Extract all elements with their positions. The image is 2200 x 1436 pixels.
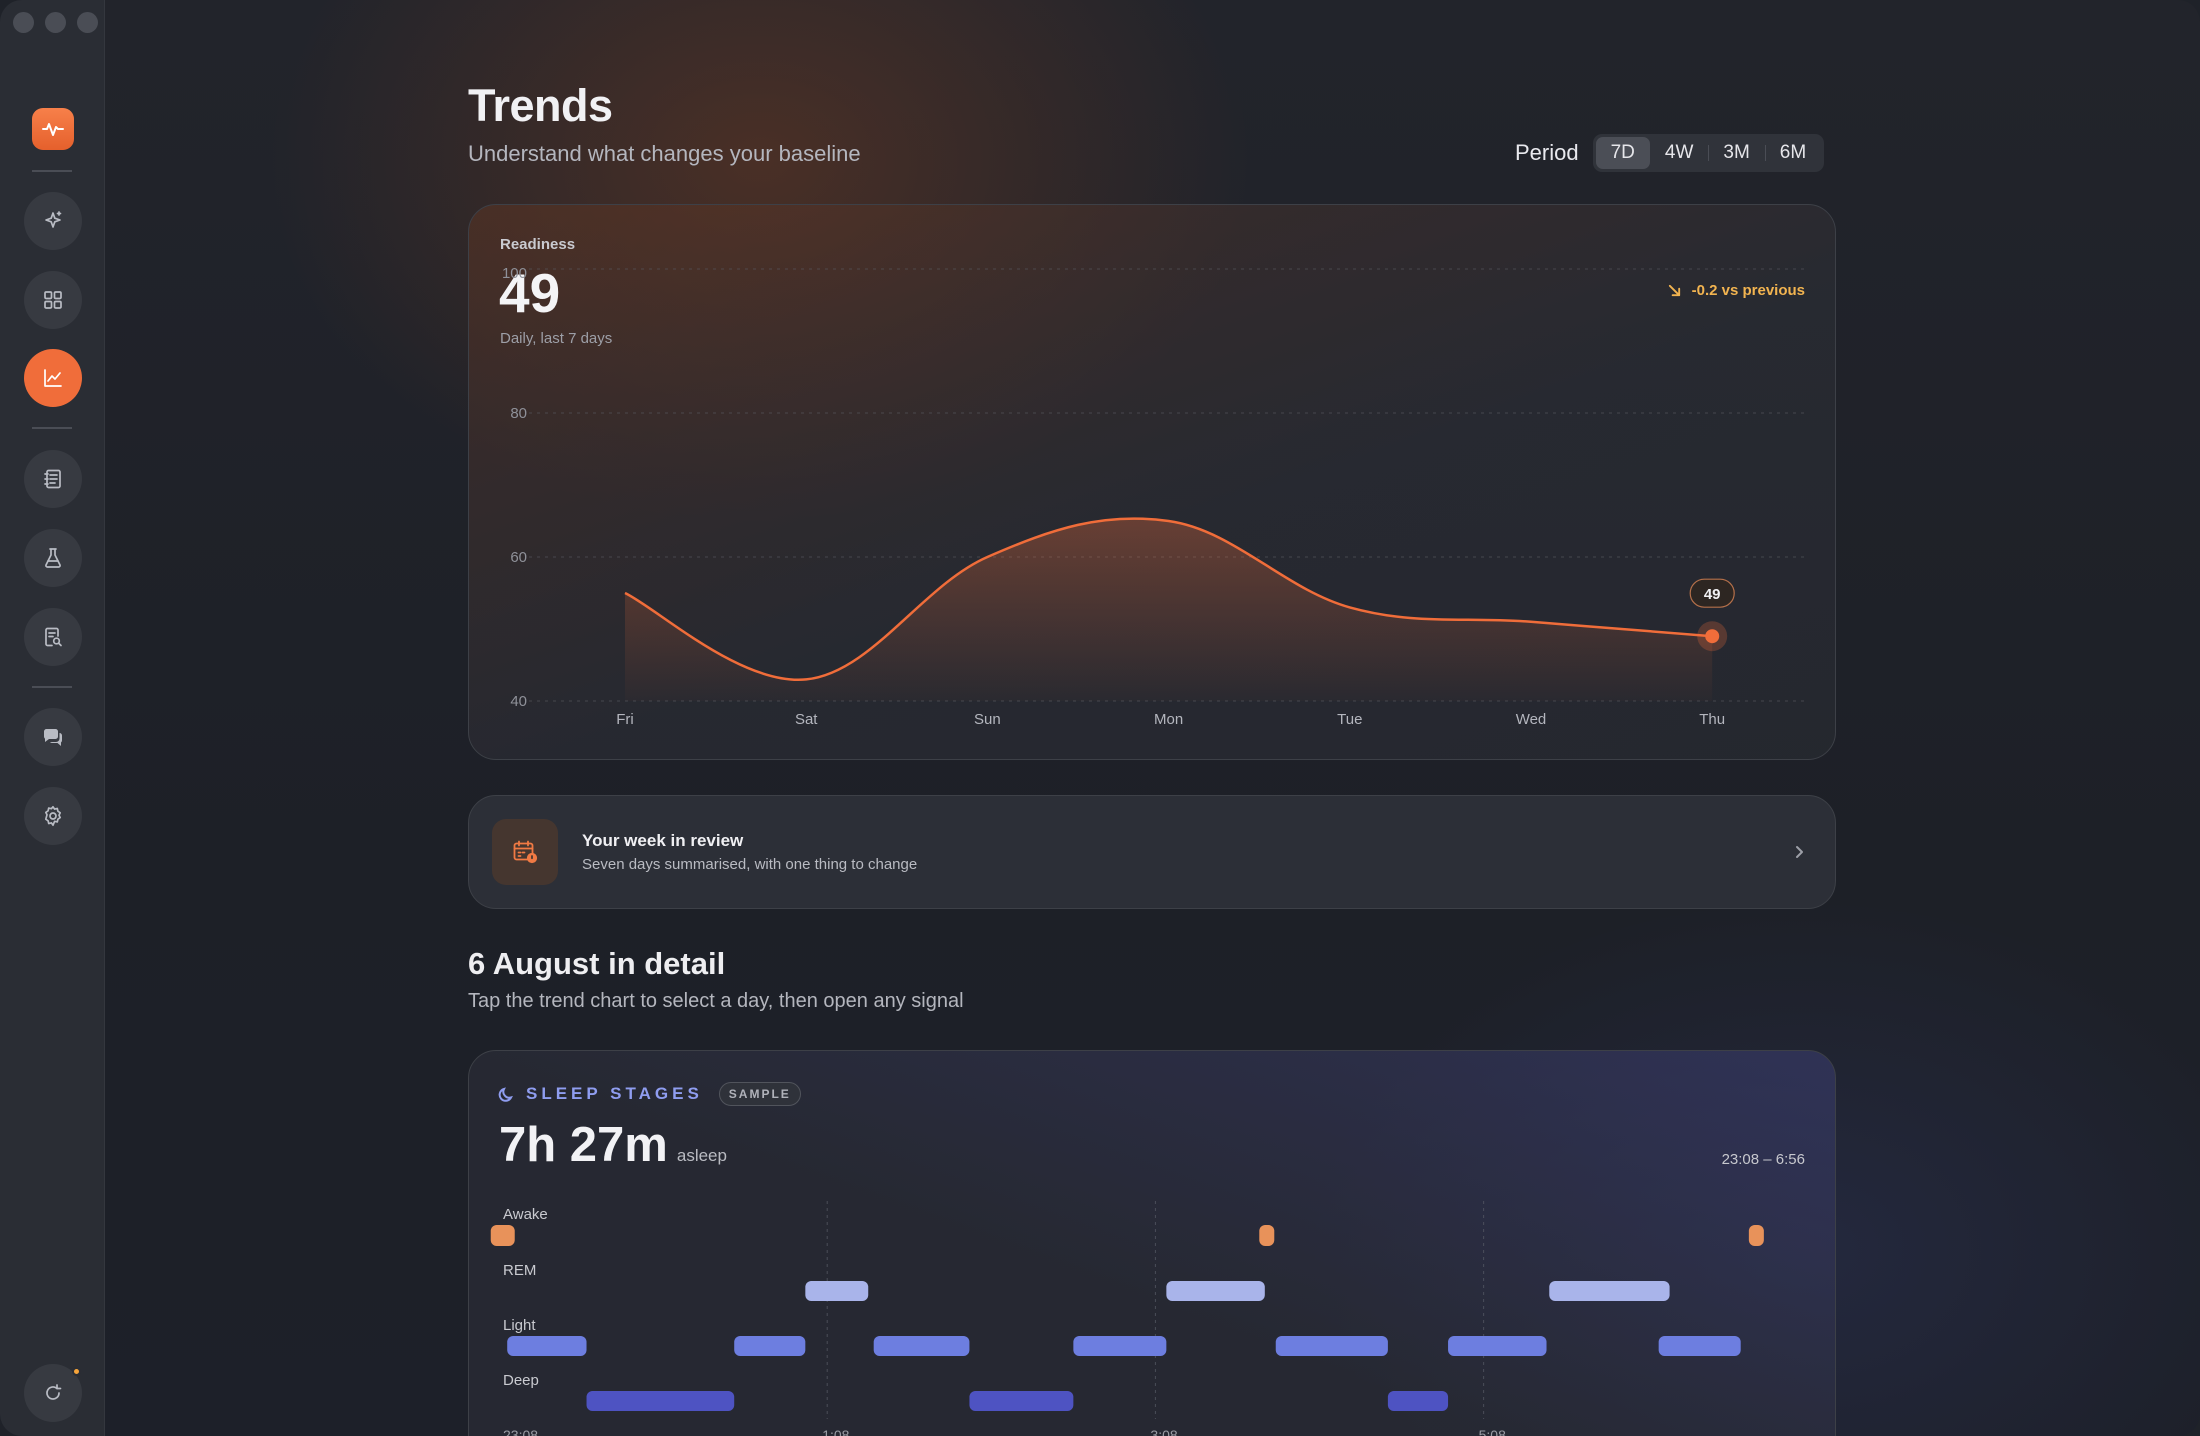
flask-icon bbox=[45, 548, 61, 568]
period-option-7d[interactable]: 7D bbox=[1595, 137, 1650, 169]
week-review-title: Your week in review bbox=[582, 831, 744, 850]
x-tick-label: Sun bbox=[974, 711, 1001, 728]
sleep-segment-light bbox=[1448, 1336, 1547, 1356]
sidebar-item-insights[interactable] bbox=[24, 192, 82, 250]
sleep-segment-light bbox=[1073, 1336, 1167, 1356]
period-option-6m[interactable]: 6M bbox=[1764, 137, 1821, 169]
x-tick-label: Thu bbox=[1699, 711, 1725, 728]
close-window-button[interactable] bbox=[13, 12, 34, 33]
sidebar-divider bbox=[32, 427, 72, 429]
sidebar-divider bbox=[32, 170, 72, 172]
sidebar-item-journal[interactable] bbox=[24, 450, 82, 508]
app-logo[interactable] bbox=[32, 108, 74, 150]
sidebar-divider bbox=[32, 686, 72, 688]
time-tick-label: 5:08 bbox=[1479, 1427, 1506, 1436]
period-segmented-control: 7D 4W 3M 6M bbox=[1592, 134, 1825, 172]
sleep-segment-light bbox=[873, 1336, 970, 1356]
sleep-segment-rem bbox=[1166, 1281, 1265, 1301]
week-review-card[interactable]: Your week in review Seven days summarise… bbox=[468, 795, 1836, 909]
time-tick-label: 1:08 bbox=[822, 1427, 849, 1436]
sleep-hypnogram[interactable]: 23:08 1:08 3:08 5:08 bbox=[469, 1051, 1837, 1436]
x-tick-label: Fri bbox=[616, 711, 634, 728]
sleep-segment-awake bbox=[490, 1225, 515, 1246]
y-tick-label: 60 bbox=[510, 549, 527, 566]
time-tick-label: 23:08 bbox=[503, 1427, 538, 1436]
time-tick-label: 3:08 bbox=[1150, 1427, 1177, 1436]
y-tick-label: 80 bbox=[510, 405, 527, 422]
sleep-segment-deep bbox=[1387, 1391, 1449, 1411]
sleep-segment-deep bbox=[586, 1391, 735, 1411]
sidebar-item-chat[interactable] bbox=[24, 708, 82, 766]
sleep-segment-light bbox=[1275, 1336, 1388, 1356]
notification-dot bbox=[72, 1367, 81, 1376]
report-search-icon bbox=[45, 627, 62, 647]
sleep-segment-rem bbox=[1549, 1281, 1670, 1301]
readiness-card[interactable]: Readiness 49 Daily, last 7 days -0.2 vs … bbox=[468, 204, 1836, 760]
chart-point-wed[interactable] bbox=[1519, 610, 1543, 634]
grid-icon bbox=[44, 291, 62, 309]
sidebar-item-reports[interactable] bbox=[24, 608, 82, 666]
calendar-alert-icon bbox=[513, 840, 538, 864]
x-tick-label: Wed bbox=[1516, 711, 1547, 728]
x-tick-label: Sat bbox=[795, 711, 818, 728]
detail-section-title: 6 August in detail bbox=[468, 946, 726, 981]
minimize-window-button[interactable] bbox=[45, 12, 66, 33]
page-subtitle: Understand what changes your baseline bbox=[468, 141, 861, 166]
chevron-right-icon bbox=[1789, 842, 1809, 862]
week-review-subtitle: Seven days summarised, with one thing to… bbox=[582, 856, 918, 873]
period-option-4w[interactable]: 4W bbox=[1650, 137, 1709, 169]
x-tick-label: Tue bbox=[1337, 711, 1362, 728]
tooltip-value: 49 bbox=[1704, 586, 1721, 603]
sleep-segment-deep bbox=[969, 1391, 1074, 1411]
page-title: Trends bbox=[468, 80, 613, 131]
chat-icon bbox=[43, 729, 62, 746]
highlight-point[interactable] bbox=[1705, 629, 1720, 644]
sleep-segment-awake bbox=[1259, 1225, 1275, 1246]
chart-point-sun[interactable] bbox=[975, 545, 999, 569]
chart-area-fill bbox=[625, 518, 1713, 701]
sidebar-item-dashboard[interactable] bbox=[24, 271, 82, 329]
refresh-icon bbox=[46, 1384, 62, 1400]
period-label: Period bbox=[1515, 140, 1579, 165]
chart-line-icon bbox=[44, 369, 62, 387]
y-tick-label: 100 bbox=[502, 265, 527, 282]
sidebar-item-labs[interactable] bbox=[24, 529, 82, 587]
chart-point-mon[interactable] bbox=[1157, 509, 1181, 533]
notebook-icon bbox=[44, 469, 61, 489]
value-tooltip: 49 bbox=[1689, 578, 1735, 608]
detail-section-subtitle: Tap the trend chart to select a day, the… bbox=[468, 990, 964, 1012]
sleep-segment-light bbox=[1658, 1336, 1741, 1356]
zoom-window-button[interactable] bbox=[77, 12, 98, 33]
sleep-segment-awake bbox=[1748, 1225, 1764, 1246]
chart-point-sat[interactable] bbox=[794, 667, 818, 691]
sidebar-item-settings[interactable] bbox=[24, 787, 82, 845]
sidebar bbox=[0, 0, 105, 1436]
gear-icon bbox=[44, 805, 62, 827]
window-controls bbox=[13, 12, 98, 33]
app-window: Trends Understand what changes your base… bbox=[0, 0, 2200, 1436]
pulse-icon bbox=[42, 123, 64, 136]
period-option-3m[interactable]: 3M bbox=[1708, 137, 1764, 169]
period-selector: Period 7D 4W 3M 6M bbox=[1515, 134, 1825, 172]
chart-point-tue[interactable] bbox=[1338, 595, 1362, 619]
sleep-segment-rem bbox=[805, 1281, 869, 1301]
readiness-trend-chart[interactable]: 40 60 80 100 Fri Sat Sun Mon Tue Wed Thu 49 bbox=[469, 205, 1837, 761]
sleep-segment-light bbox=[734, 1336, 806, 1356]
sleep-segment-light bbox=[507, 1336, 587, 1356]
y-tick-label: 40 bbox=[510, 693, 527, 710]
sparkle-icon bbox=[45, 211, 62, 228]
week-review-icon-tile bbox=[492, 819, 558, 885]
sleep-stages-card[interactable]: SLEEP STAGES SAMPLE 7h 27m asleep 23:08 … bbox=[468, 1050, 1836, 1436]
x-tick-label: Mon bbox=[1154, 711, 1183, 728]
sidebar-item-trends[interactable] bbox=[24, 349, 82, 407]
chart-point-fri[interactable] bbox=[613, 581, 637, 605]
